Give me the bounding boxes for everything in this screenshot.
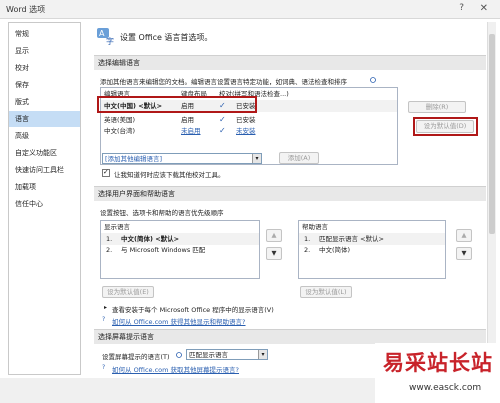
notify-checkbox-label: 让我知道何时应该下载其他校对工具。 — [114, 171, 225, 179]
expand-arrow-icon[interactable]: ▸ — [104, 304, 107, 311]
help-language-list[interactable]: 帮助语言 1. 匹配显示语言 <默认> 2. 中文(简体) — [298, 220, 446, 279]
proofing-check-icon: ✓ — [219, 126, 226, 135]
sidebar-item-layout[interactable]: 版式 — [9, 94, 80, 110]
window-title: Word 选项 — [6, 5, 46, 14]
list-item-lang[interactable]: 与 Microsoft Windows 匹配 — [121, 245, 205, 256]
screentip-language-dropdown[interactable]: 匹配显示语言 ▾ — [186, 349, 268, 360]
view-installed-languages[interactable]: 查看安装于每个 Microsoft Office 程序中的显示语言(V) — [112, 304, 274, 314]
table-row-keyboard[interactable]: 未启用 — [181, 126, 201, 137]
move-up-icon[interactable]: ▲ — [266, 229, 282, 242]
screentip-label: 设置屏幕提示的语言(T) — [102, 353, 170, 361]
list-item-num: 1. — [106, 235, 113, 243]
close-icon[interactable]: ✕ — [480, 3, 488, 14]
table-row-lang[interactable]: 英语(美国) — [104, 115, 135, 126]
section-editing-languages: 选择编辑语言 — [94, 55, 486, 70]
svg-text:字: 字 — [106, 36, 114, 46]
editing-description: 添加其他语言来编辑您的文档。编辑语言设置语言特定功能，如词典、语法检查和排序 — [100, 78, 347, 86]
sidebar-item-addins[interactable]: 加载项 — [9, 179, 80, 195]
help-list-title: 帮助语言 — [302, 223, 328, 231]
sidebar-item-language[interactable]: 语言 — [9, 111, 80, 127]
list-item-num: 1. — [304, 235, 311, 243]
info-icon — [176, 352, 182, 358]
list-item-num: 2. — [304, 246, 311, 254]
get-more-languages-link[interactable]: 如何从 Office.com 获得其他显示和帮助语言? — [112, 316, 246, 326]
title-bar: Word 选项 ? ✕ — [0, 0, 500, 19]
move-up-icon[interactable]: ▲ — [456, 229, 472, 242]
svg-text:A: A — [99, 29, 105, 38]
remove-button[interactable]: 删除(R) — [408, 101, 466, 113]
set-help-default-button[interactable]: 设为默认值(L) — [300, 286, 352, 298]
page-title: 设置 Office 语言首选项。 — [120, 33, 213, 42]
display-list-title: 显示语言 — [104, 223, 130, 231]
sidebar-item-trust-center[interactable]: 信任中心 — [9, 196, 80, 212]
move-down-icon[interactable]: ▼ — [456, 247, 472, 260]
sidebar-item-general[interactable]: 常规 — [9, 26, 80, 42]
highlight-box — [413, 117, 478, 136]
sidebar-item-proofing[interactable]: 校对 — [9, 60, 80, 76]
help-question-icon: ? — [102, 364, 106, 371]
display-language-list[interactable]: 显示语言 1. 中文(简体) <默认> 2. 与 Microsoft Windo… — [100, 220, 260, 279]
info-icon — [370, 77, 376, 83]
list-item-lang: 中文(简体) <默认> — [121, 235, 180, 243]
help-question-icon: ? — [102, 316, 106, 323]
add-language-value: [添加其他编辑语言] — [105, 155, 163, 163]
watermark-text: 易采站长站 — [383, 351, 493, 375]
proofing-check-icon: ✓ — [219, 115, 226, 124]
add-button[interactable]: 添加(A) — [279, 152, 319, 164]
sidebar-item-quick-access[interactable]: 快速访问工具栏 — [9, 162, 80, 178]
vertical-scrollbar[interactable] — [487, 22, 496, 375]
get-screentip-languages-link[interactable]: 如何从 Office.com 获取其他屏幕提示语言? — [112, 364, 239, 374]
options-sidebar: 常规 显示 校对 保存 版式 语言 高级 自定义功能区 快速访问工具栏 加载项 … — [8, 22, 81, 375]
set-display-default-button[interactable]: 设为默认值(E) — [102, 286, 154, 298]
chevron-down-icon[interactable]: ▾ — [252, 154, 261, 163]
list-item-lang[interactable]: 中文(简体) — [319, 245, 350, 256]
table-row-status[interactable]: 未安装 — [236, 126, 256, 137]
checkmark-icon: ✓ — [103, 168, 109, 176]
table-row-keyboard: 启用 — [181, 116, 194, 124]
sidebar-item-advanced[interactable]: 高级 — [9, 128, 80, 144]
language-icon: A 字 — [97, 28, 114, 46]
table-row-status: 已安装 — [236, 116, 256, 124]
section-screentip-language: 选择屏幕提示语言 — [94, 329, 486, 344]
highlight-box — [97, 96, 257, 113]
sidebar-item-customize-ribbon[interactable]: 自定义功能区 — [9, 145, 80, 161]
list-item-num: 2. — [106, 246, 113, 254]
section-ui-languages: 选择用户界面和帮助语言 — [94, 186, 486, 201]
help-icon[interactable]: ? — [459, 3, 464, 13]
list-item-lang: 匹配显示语言 <默认> — [319, 235, 384, 243]
language-panel: A 字 设置 Office 语言首选项。 选择编辑语言 添加其他语言来编辑您的文… — [86, 22, 486, 375]
screentip-value: 匹配显示语言 — [189, 351, 228, 359]
scrollbar-thumb[interactable] — [489, 34, 495, 234]
sidebar-item-display[interactable]: 显示 — [9, 43, 80, 59]
watermark: 易采站长站 www.easck.com — [375, 343, 500, 403]
move-down-icon[interactable]: ▼ — [266, 247, 282, 260]
sidebar-item-save[interactable]: 保存 — [9, 77, 80, 93]
chevron-down-icon[interactable]: ▾ — [258, 350, 267, 359]
watermark-url: www.easck.com — [409, 383, 482, 393]
add-language-dropdown[interactable]: [添加其他编辑语言] ▾ — [102, 153, 262, 164]
table-row-lang[interactable]: 中文(台湾) — [104, 126, 135, 137]
notify-checkbox[interactable]: ✓ — [102, 168, 110, 177]
ui-description: 设置按钮、选项卡和帮助的语言优先级顺序 — [100, 209, 224, 217]
